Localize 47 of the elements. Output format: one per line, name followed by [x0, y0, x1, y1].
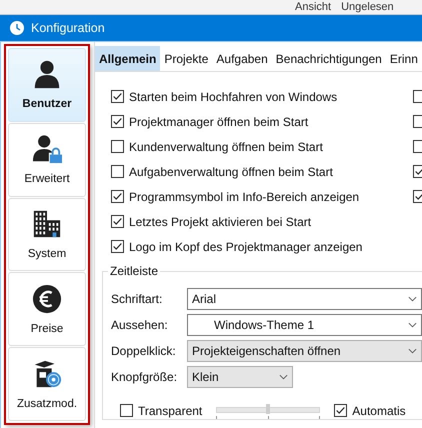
chevron-down-icon	[279, 374, 288, 380]
checkbox[interactable]	[111, 190, 124, 203]
checkbox[interactable]	[111, 240, 124, 253]
tab[interactable]: Allgemein	[95, 46, 160, 71]
checkbox-label: Starten beim Hochfahren von Windows	[129, 90, 338, 104]
checkbox-label: Kundenverwaltung öffnen beim Start	[129, 140, 323, 154]
sidebar-item[interactable]: Erweitert	[8, 122, 86, 197]
box-disc-icon	[32, 358, 62, 389]
dropdown[interactable]: Arial	[187, 288, 422, 310]
checkbox[interactable]	[111, 215, 124, 228]
toolbar-item[interactable]: Ungelesen	[341, 0, 394, 14]
building-icon	[32, 208, 62, 239]
dropdown[interactable]: Klein	[187, 366, 293, 388]
checkbox[interactable]	[334, 404, 348, 417]
dropdown[interactable]: Projekteigenschaften öffnen	[187, 340, 422, 362]
field-label: Schriftart:	[111, 292, 164, 306]
group-title: Zeitleiste	[108, 264, 160, 278]
toolbar-item[interactable]: Ansicht	[295, 0, 332, 14]
checkbox-label: Logo im Kopf des Projektmanager anzeigen	[129, 240, 362, 254]
chevron-down-icon	[408, 296, 417, 302]
chevron-down-icon	[408, 348, 417, 354]
checkbox[interactable]	[120, 404, 133, 417]
opacity-slider[interactable]	[216, 402, 320, 418]
chevron-down-icon	[408, 322, 417, 328]
checkbox[interactable]	[111, 115, 124, 128]
checkbox-label: Programmsymbol im Info-Bereich anzeigen	[129, 190, 360, 204]
clock-icon	[9, 20, 25, 36]
sidebar-item[interactable]: Benutzer	[8, 48, 86, 122]
checkbox-label: Automatis	[352, 404, 406, 418]
checkbox-label: Letztes Projekt aktivieren bei Start	[129, 214, 312, 228]
checkbox-label: Aufgabenverwaltung öffnen beim Start	[129, 164, 333, 178]
sidebar-item[interactable]: Preise	[8, 272, 86, 346]
field-label: Knopfgröße:	[111, 370, 178, 384]
checkbox[interactable]	[111, 165, 124, 178]
dropdown[interactable]: Windows-Theme 1	[187, 314, 422, 336]
user-lock-icon	[32, 134, 62, 164]
checkbox[interactable]	[111, 140, 124, 153]
window-title: Konfiguration	[31, 21, 105, 35]
sidebar-item[interactable]: System	[8, 198, 86, 272]
checkbox-label: Projektmanager öffnen beim Start	[129, 114, 308, 128]
euro-coin-icon	[32, 284, 62, 314]
field-label: Aussehen:	[111, 318, 169, 332]
checkbox-label: Transparent	[138, 404, 202, 418]
sidebar-item[interactable]: Zusatzmod.	[8, 347, 86, 421]
field-label: Doppelklick:	[111, 344, 177, 358]
checkbox[interactable]	[111, 90, 124, 103]
user-icon	[32, 59, 62, 90]
